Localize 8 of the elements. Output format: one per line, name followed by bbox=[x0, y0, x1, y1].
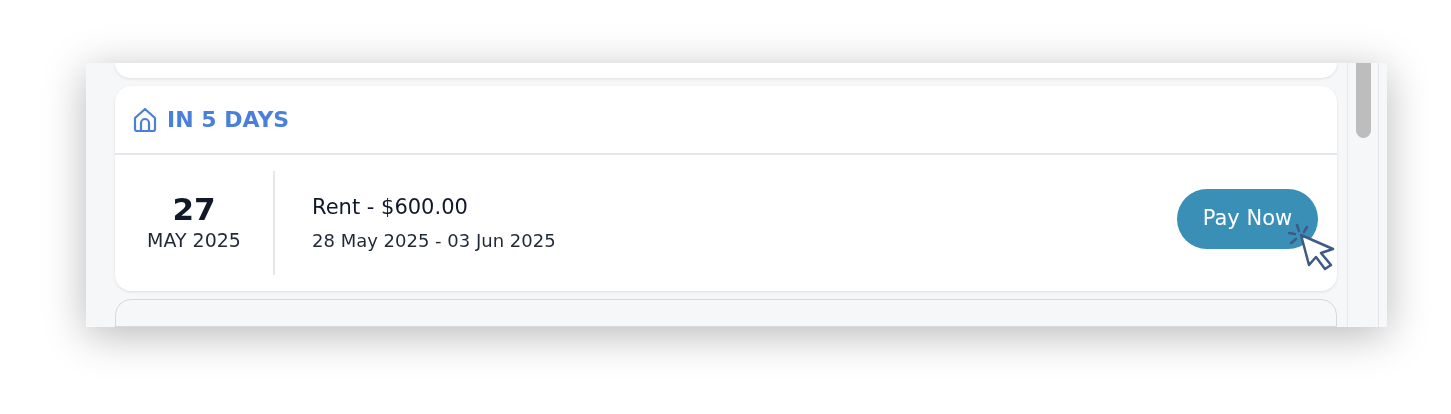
pay-now-button[interactable]: Pay Now bbox=[1177, 188, 1318, 249]
due-day: 27 bbox=[172, 191, 216, 226]
due-month-year: MAY 2025 bbox=[147, 227, 241, 253]
scrollbar-thumb[interactable] bbox=[1356, 63, 1371, 138]
house-icon bbox=[133, 106, 157, 133]
section-title: IN 5 DAYS bbox=[167, 106, 290, 134]
payment-period: 28 May 2025 - 03 Jun 2025 bbox=[312, 229, 557, 254]
payment-title: Rent - $600.00 bbox=[312, 193, 469, 221]
